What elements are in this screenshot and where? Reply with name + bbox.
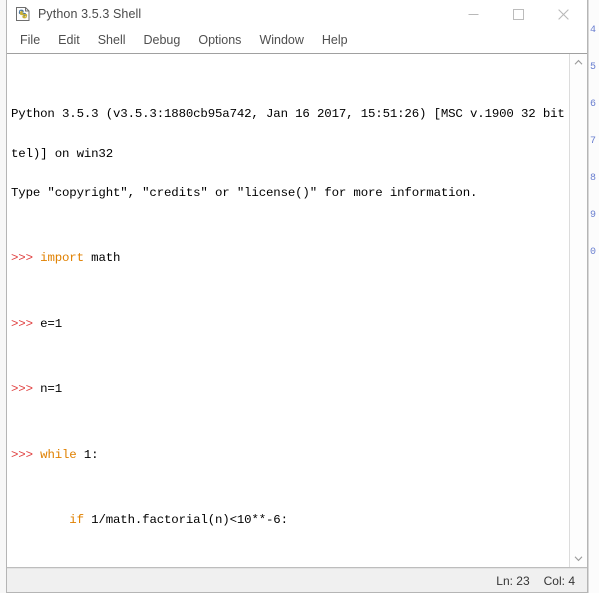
vertical-scrollbar[interactable]: [569, 54, 587, 567]
menu-item-help[interactable]: Help: [313, 31, 357, 50]
scrollbar-track[interactable]: [570, 71, 587, 550]
scroll-down-button[interactable]: [570, 550, 587, 567]
background-number: 4: [590, 25, 597, 36]
prompt-marker: >>>: [11, 382, 33, 397]
shell-input-line: >>> while 1:: [11, 447, 569, 462]
chevron-up-icon: [574, 59, 583, 65]
scroll-up-button[interactable]: [570, 54, 587, 71]
banner-line: tel)] on win32: [11, 146, 113, 161]
shell-text-area[interactable]: Python 3.5.3 (v3.5.3:1880cb95a742, Jan 1…: [7, 54, 569, 567]
background-number: 0: [590, 247, 597, 258]
background-number: 6: [590, 99, 597, 110]
desktop-background: 4 5 6 7 8 9 0 Python 3.5.3 Shell File Ed…: [0, 0, 599, 593]
keyword-token: import: [40, 251, 84, 266]
code-text: n=1: [32, 382, 63, 397]
shell-input-line: >>> n=1: [11, 383, 569, 396]
keyword-token: if: [69, 513, 84, 528]
menu-item-file[interactable]: File: [16, 31, 49, 50]
background-number: 5: [590, 62, 597, 73]
status-line-indicator: Ln: 23: [496, 573, 530, 588]
prompt-marker: >>>: [11, 316, 33, 331]
menu-item-debug[interactable]: Debug: [135, 31, 190, 50]
background-window-right-edge[interactable]: 4 5 6 7 8 9 0: [588, 0, 599, 593]
menu-bar: File Edit Shell Debug Options Window Hel…: [7, 29, 587, 53]
title-bar[interactable]: Python 3.5.3 Shell: [7, 0, 587, 29]
shell-code-line: if 1/math.factorial(n)<10**-6:: [11, 514, 569, 527]
close-icon: [558, 8, 569, 20]
code-text: 1:: [76, 447, 99, 462]
keyword-token: while: [40, 447, 77, 462]
code-text: math: [83, 251, 121, 266]
code-text: 1/math.factorial(n)<10**-6:: [83, 513, 288, 528]
shell-body: Python 3.5.3 (v3.5.3:1880cb95a742, Jan 1…: [7, 53, 587, 568]
maximize-button[interactable]: [496, 0, 541, 28]
menu-item-shell[interactable]: Shell: [89, 31, 135, 50]
status-column-indicator: Col: 4: [543, 573, 575, 588]
background-number: 7: [590, 136, 597, 147]
chevron-down-icon: [574, 556, 583, 562]
banner-line: Python 3.5.3 (v3.5.3:1880cb95a742, Jan 1…: [11, 107, 569, 122]
menu-item-window[interactable]: Window: [250, 31, 312, 50]
python-shell-window: Python 3.5.3 Shell File Edit Shell Debug…: [6, 0, 588, 593]
banner-line: Type "copyright", "credits" or "license(…: [11, 185, 478, 200]
prompt-marker: >>>: [11, 447, 33, 462]
maximize-icon: [513, 8, 524, 20]
window-title: Python 3.5.3 Shell: [38, 7, 142, 21]
background-number: 8: [590, 173, 597, 184]
shell-input-line: >>> e=1: [11, 316, 569, 331]
background-number: 9: [590, 210, 597, 221]
minimize-button[interactable]: [451, 0, 496, 28]
status-bar: Ln: 23 Col: 4: [7, 568, 587, 592]
menu-item-options[interactable]: Options: [189, 31, 250, 50]
code-text: e=1: [32, 316, 63, 331]
menu-item-edit[interactable]: Edit: [49, 31, 89, 50]
shell-input-line: >>> import math: [11, 252, 569, 265]
minimize-icon: [468, 13, 479, 15]
python-idle-icon: [15, 6, 31, 22]
prompt-marker: >>>: [11, 251, 33, 266]
scrollbar-thumb[interactable]: [571, 71, 586, 550]
close-button[interactable]: [541, 0, 586, 28]
